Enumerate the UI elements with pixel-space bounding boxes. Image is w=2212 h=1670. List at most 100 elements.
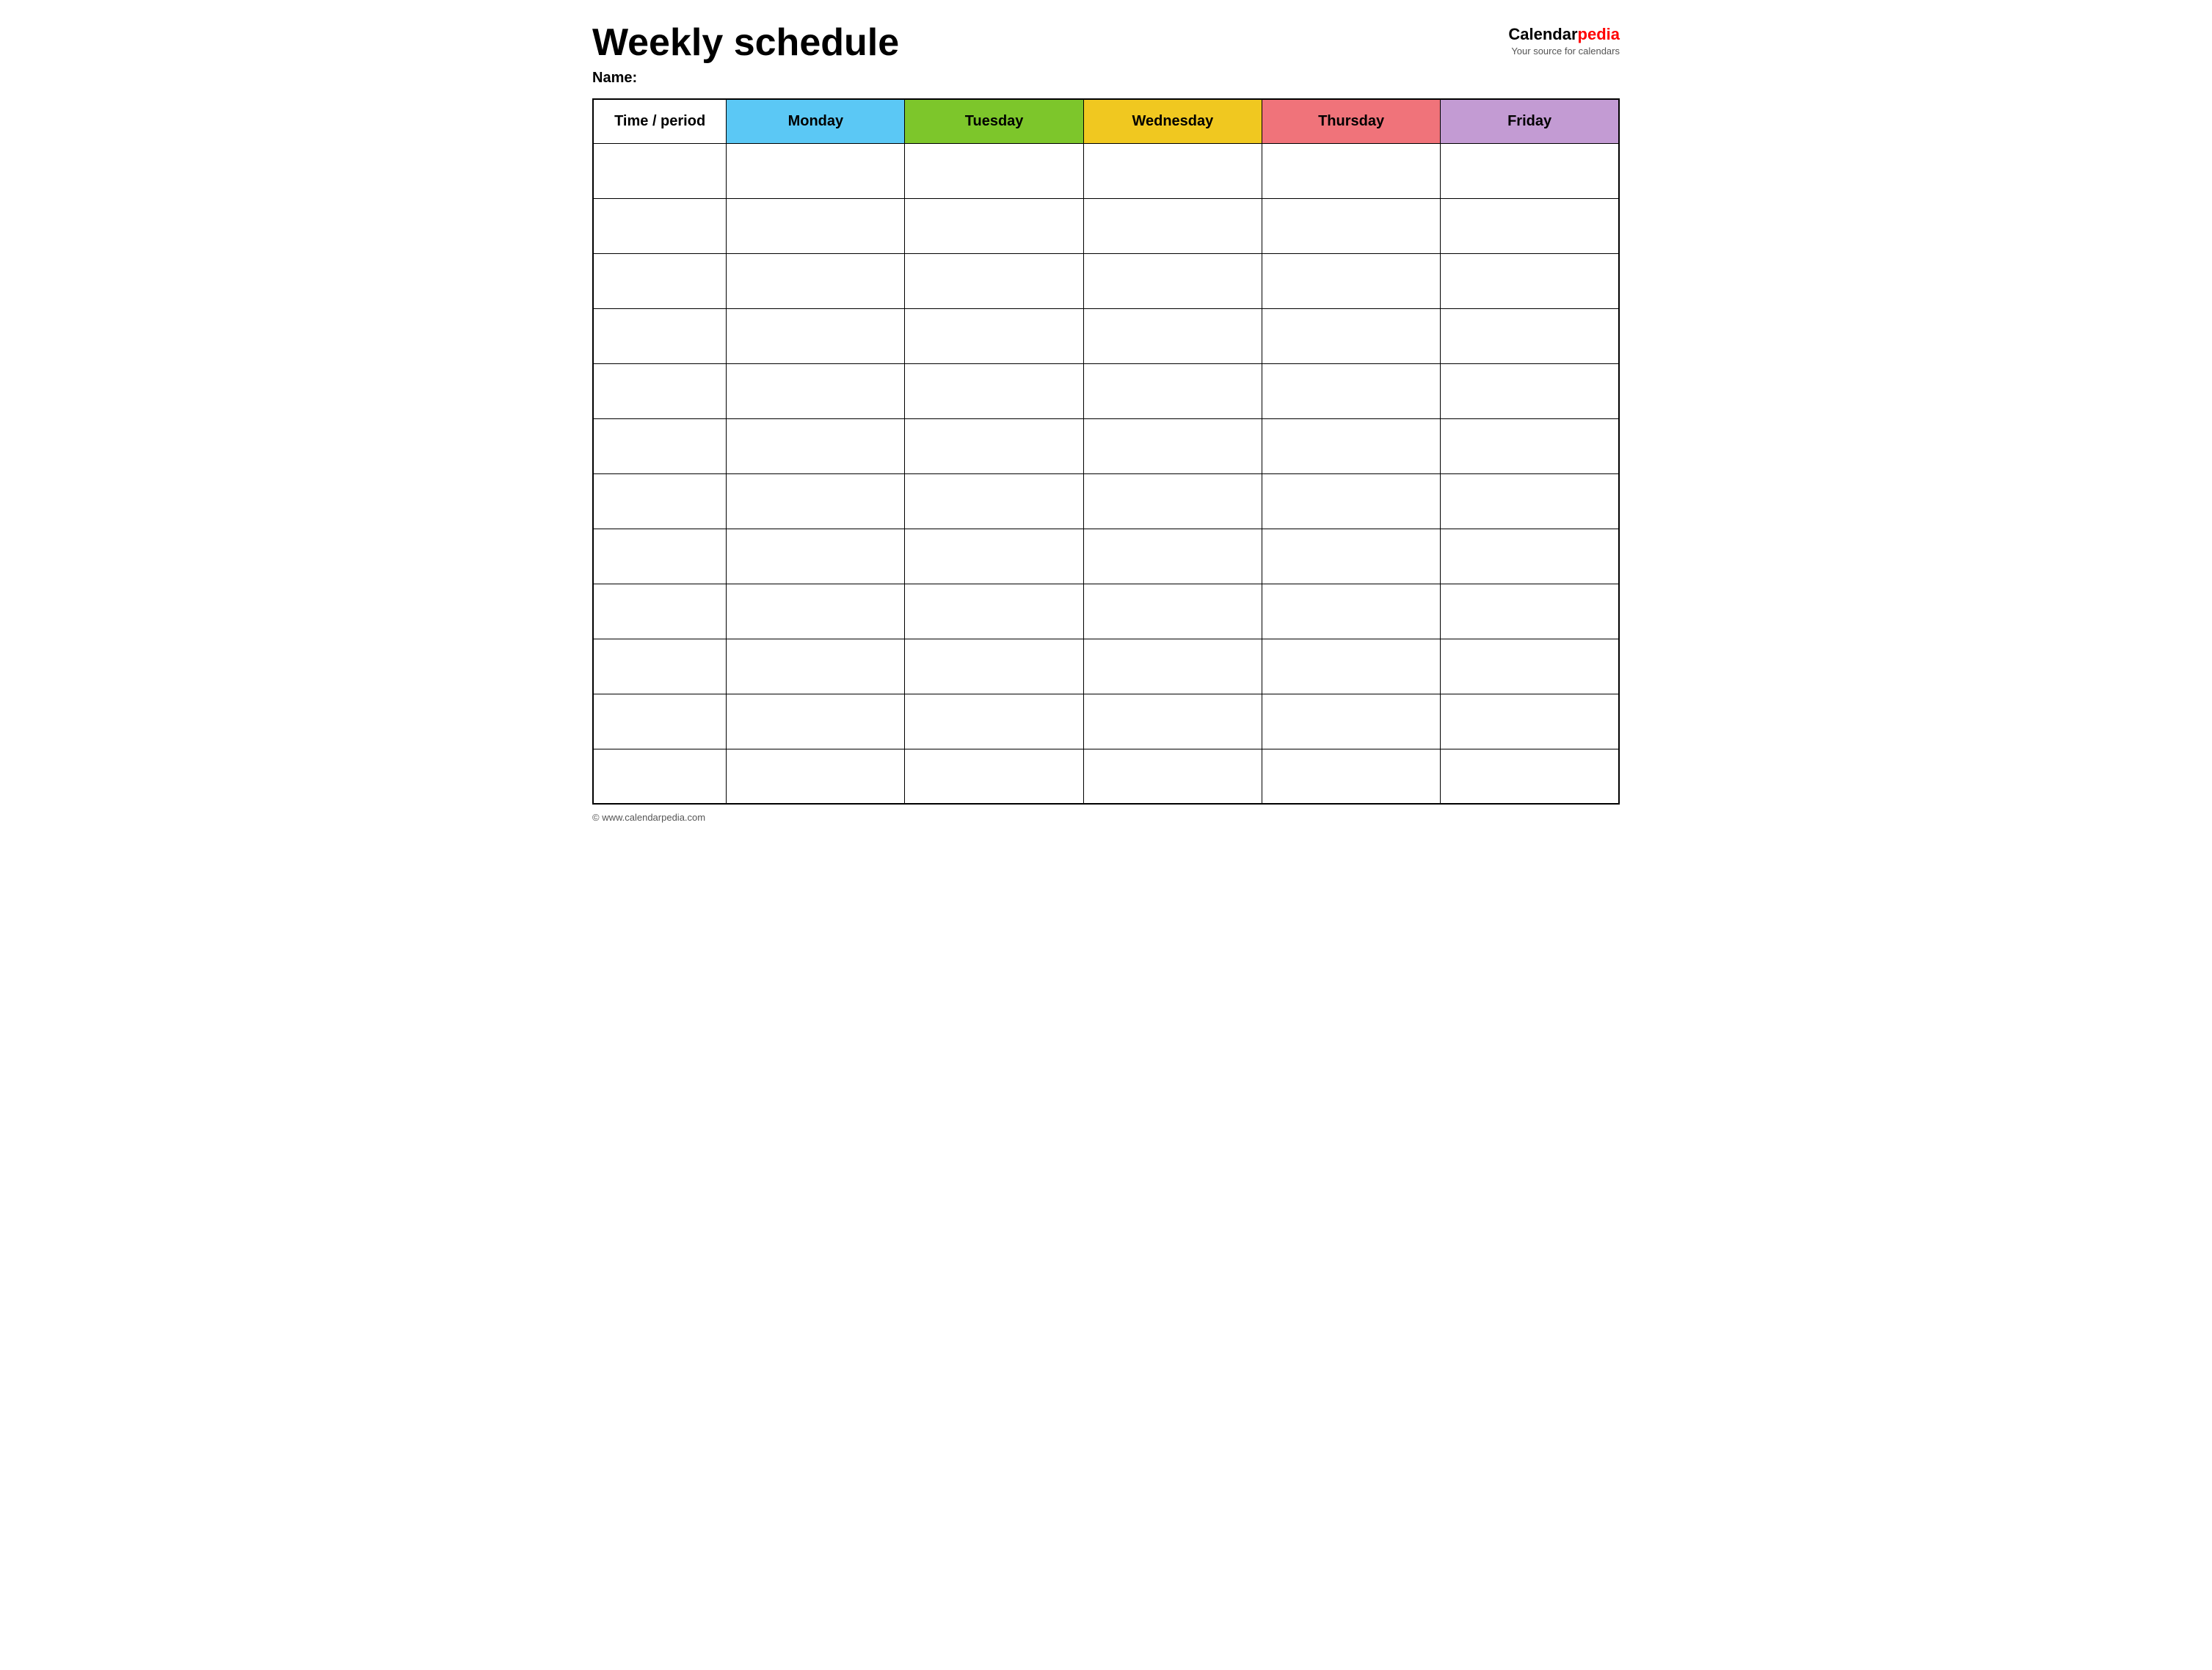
time-cell[interactable] bbox=[593, 473, 727, 529]
schedule-cell[interactable] bbox=[905, 143, 1083, 198]
schedule-cell[interactable] bbox=[727, 749, 905, 804]
schedule-cell[interactable] bbox=[905, 473, 1083, 529]
page-wrapper: Weekly schedule Name: Calendarpedia Your… bbox=[592, 22, 1620, 823]
time-cell[interactable] bbox=[593, 198, 727, 253]
table-row bbox=[593, 308, 1619, 363]
col-header-time: Time / period bbox=[593, 99, 727, 143]
schedule-cell[interactable] bbox=[905, 584, 1083, 639]
schedule-cell[interactable] bbox=[727, 198, 905, 253]
schedule-cell[interactable] bbox=[1262, 363, 1440, 418]
schedule-cell[interactable] bbox=[1262, 749, 1440, 804]
schedule-cell[interactable] bbox=[1083, 418, 1262, 473]
time-cell[interactable] bbox=[593, 584, 727, 639]
schedule-cell[interactable] bbox=[1262, 418, 1440, 473]
schedule-cell[interactable] bbox=[727, 639, 905, 694]
schedule-cell[interactable] bbox=[1083, 584, 1262, 639]
schedule-cell[interactable] bbox=[1083, 529, 1262, 584]
table-row bbox=[593, 198, 1619, 253]
time-cell[interactable] bbox=[593, 363, 727, 418]
schedule-cell[interactable] bbox=[1262, 253, 1440, 308]
schedule-cell[interactable] bbox=[1441, 694, 1619, 749]
logo-text: Calendarpedia bbox=[1508, 25, 1620, 44]
logo-area: Calendarpedia Your source for calendars bbox=[1508, 25, 1620, 57]
schedule-cell[interactable] bbox=[1083, 143, 1262, 198]
schedule-cell[interactable] bbox=[1262, 308, 1440, 363]
footer-url: © www.calendarpedia.com bbox=[592, 812, 705, 823]
schedule-cell[interactable] bbox=[727, 584, 905, 639]
schedule-cell[interactable] bbox=[905, 198, 1083, 253]
col-header-tuesday: Tuesday bbox=[905, 99, 1083, 143]
time-cell[interactable] bbox=[593, 529, 727, 584]
table-row bbox=[593, 418, 1619, 473]
logo-calendar-part: Calendar bbox=[1508, 25, 1577, 43]
schedule-cell[interactable] bbox=[727, 253, 905, 308]
col-header-monday: Monday bbox=[727, 99, 905, 143]
schedule-cell[interactable] bbox=[727, 418, 905, 473]
time-cell[interactable] bbox=[593, 143, 727, 198]
header-section: Weekly schedule Name: Calendarpedia Your… bbox=[592, 22, 1620, 87]
col-header-thursday: Thursday bbox=[1262, 99, 1440, 143]
schedule-cell[interactable] bbox=[1262, 529, 1440, 584]
time-cell[interactable] bbox=[593, 253, 727, 308]
schedule-cell[interactable] bbox=[905, 529, 1083, 584]
schedule-cell[interactable] bbox=[1083, 253, 1262, 308]
schedule-cell[interactable] bbox=[905, 363, 1083, 418]
schedule-cell[interactable] bbox=[1441, 749, 1619, 804]
schedule-cell[interactable] bbox=[727, 694, 905, 749]
schedule-cell[interactable] bbox=[1441, 143, 1619, 198]
table-row bbox=[593, 749, 1619, 804]
schedule-cell[interactable] bbox=[1262, 143, 1440, 198]
schedule-cell[interactable] bbox=[727, 363, 905, 418]
time-cell[interactable] bbox=[593, 418, 727, 473]
table-row bbox=[593, 639, 1619, 694]
schedule-cell[interactable] bbox=[1262, 694, 1440, 749]
schedule-cell[interactable] bbox=[1083, 363, 1262, 418]
main-title: Weekly schedule bbox=[592, 22, 899, 64]
schedule-cell[interactable] bbox=[1441, 529, 1619, 584]
schedule-cell[interactable] bbox=[1083, 639, 1262, 694]
schedule-cell[interactable] bbox=[1262, 584, 1440, 639]
name-label: Name: bbox=[592, 70, 899, 87]
schedule-cell[interactable] bbox=[905, 253, 1083, 308]
schedule-cell[interactable] bbox=[905, 749, 1083, 804]
schedule-cell[interactable] bbox=[1083, 198, 1262, 253]
time-cell[interactable] bbox=[593, 694, 727, 749]
schedule-cell[interactable] bbox=[1262, 473, 1440, 529]
schedule-cell[interactable] bbox=[1441, 253, 1619, 308]
schedule-cell[interactable] bbox=[1441, 639, 1619, 694]
schedule-cell[interactable] bbox=[1441, 308, 1619, 363]
schedule-cell[interactable] bbox=[1441, 418, 1619, 473]
schedule-cell[interactable] bbox=[1083, 694, 1262, 749]
title-area: Weekly schedule Name: bbox=[592, 22, 899, 87]
schedule-cell[interactable] bbox=[1262, 198, 1440, 253]
schedule-cell[interactable] bbox=[727, 308, 905, 363]
schedule-cell[interactable] bbox=[727, 143, 905, 198]
schedule-cell[interactable] bbox=[905, 694, 1083, 749]
col-header-friday: Friday bbox=[1441, 99, 1619, 143]
time-cell[interactable] bbox=[593, 308, 727, 363]
schedule-cell[interactable] bbox=[905, 308, 1083, 363]
schedule-cell[interactable] bbox=[1083, 308, 1262, 363]
schedule-cell[interactable] bbox=[905, 639, 1083, 694]
schedule-cell[interactable] bbox=[1083, 473, 1262, 529]
schedule-cell[interactable] bbox=[1083, 749, 1262, 804]
schedule-cell[interactable] bbox=[1441, 473, 1619, 529]
logo-tagline: Your source for calendars bbox=[1511, 46, 1620, 57]
schedule-cell[interactable] bbox=[1262, 639, 1440, 694]
table-row bbox=[593, 694, 1619, 749]
schedule-cell[interactable] bbox=[1441, 198, 1619, 253]
table-row bbox=[593, 473, 1619, 529]
table-row bbox=[593, 363, 1619, 418]
schedule-cell[interactable] bbox=[727, 473, 905, 529]
logo-pedia-part: pedia bbox=[1578, 25, 1620, 43]
schedule-body bbox=[593, 143, 1619, 804]
schedule-cell[interactable] bbox=[1441, 584, 1619, 639]
time-cell[interactable] bbox=[593, 639, 727, 694]
schedule-cell[interactable] bbox=[905, 418, 1083, 473]
table-row bbox=[593, 529, 1619, 584]
schedule-cell[interactable] bbox=[1441, 363, 1619, 418]
schedule-cell[interactable] bbox=[727, 529, 905, 584]
col-header-wednesday: Wednesday bbox=[1083, 99, 1262, 143]
table-row bbox=[593, 143, 1619, 198]
time-cell[interactable] bbox=[593, 749, 727, 804]
